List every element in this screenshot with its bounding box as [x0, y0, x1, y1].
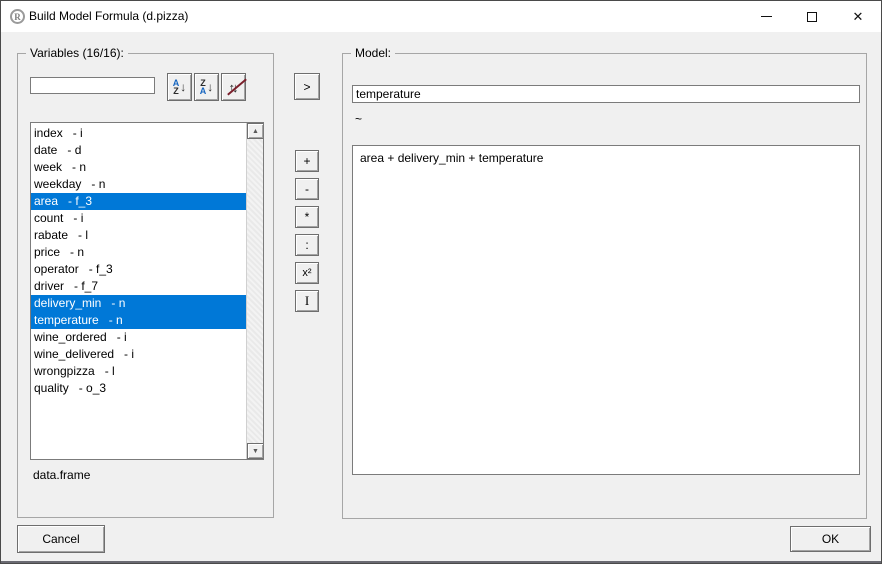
sort-letter-bottom: Z	[173, 87, 180, 95]
window-title: Build Model Formula (d.pizza)	[29, 1, 188, 32]
response-variable-input[interactable]	[352, 85, 860, 103]
r-logo-icon: R	[10, 9, 25, 24]
sort-letter-bottom: A	[200, 87, 207, 95]
build-model-formula-dialog: R Build Model Formula (d.pizza) ✕ Variab…	[0, 0, 882, 564]
minimize-button[interactable]	[743, 1, 789, 32]
ok-button[interactable]: OK	[790, 526, 871, 552]
variables-panel-title: Variables (16/16):	[26, 46, 128, 60]
tilde-label: ~	[355, 112, 362, 126]
scroll-down-icon: ▼	[252, 448, 259, 455]
model-panel: Model: ~ area + delivery_min + temperatu…	[342, 53, 867, 519]
dataframe-label: data.frame	[33, 468, 90, 482]
operator-identity-button[interactable]: I	[295, 290, 319, 312]
title-bar[interactable]: R Build Model Formula (d.pizza) ✕	[1, 1, 881, 32]
list-item[interactable]: operator - f_3	[31, 261, 246, 278]
down-arrow-icon: ↓	[180, 80, 186, 94]
model-panel-title: Model:	[351, 46, 395, 60]
sort-za-icon: Z A	[200, 79, 207, 95]
list-item[interactable]: week - n	[31, 159, 246, 176]
variable-filter-input[interactable]	[30, 77, 155, 94]
list-item[interactable]: quality - o_3	[31, 380, 246, 397]
list-item[interactable]: date - d	[31, 142, 246, 159]
list-item[interactable]: weekday - n	[31, 176, 246, 193]
list-item[interactable]: area - f_3	[31, 193, 246, 210]
operator-square-button[interactable]: x²	[295, 262, 319, 284]
operator-minus-button[interactable]: -	[295, 178, 319, 200]
window-bottom-border	[1, 561, 881, 563]
maximize-icon	[807, 12, 817, 22]
operator-multiply-button[interactable]: *	[295, 206, 319, 228]
clear-sort-button[interactable]: ↑↓	[221, 73, 246, 101]
list-item[interactable]: wine_ordered - i	[31, 329, 246, 346]
close-button[interactable]: ✕	[835, 1, 881, 32]
list-item[interactable]: price - n	[31, 244, 246, 261]
list-item[interactable]: index - i	[31, 125, 246, 142]
sort-ascending-button[interactable]: A Z ↓	[167, 73, 192, 101]
minimize-icon	[761, 16, 772, 17]
list-item[interactable]: driver - f_7	[31, 278, 246, 295]
move-variable-button[interactable]: >	[294, 73, 320, 100]
variables-list: index - i date - d week - n weekday - n …	[31, 125, 246, 397]
operator-colon-button[interactable]: :	[295, 234, 319, 256]
list-item[interactable]: temperature - n	[31, 312, 246, 329]
listbox-scrollbar[interactable]: ▲ ▼	[246, 123, 263, 459]
list-item[interactable]: count - i	[31, 210, 246, 227]
crossed-arrows-icon: ↑↓	[229, 80, 239, 95]
maximize-button[interactable]	[789, 1, 835, 32]
close-icon: ✕	[853, 10, 864, 23]
sort-az-icon: A Z	[173, 79, 180, 95]
sort-descending-button[interactable]: Z A ↓	[194, 73, 219, 101]
down-arrow-icon: ↓	[207, 80, 213, 94]
window-controls: ✕	[743, 1, 881, 32]
list-item[interactable]: wine_delivered - i	[31, 346, 246, 363]
list-item[interactable]: wrongpizza - l	[31, 363, 246, 380]
cancel-button[interactable]: Cancel	[17, 525, 105, 553]
variables-panel: Variables (16/16): A Z ↓ Z A ↓ ↑↓ ind	[17, 53, 274, 518]
variables-listbox[interactable]: index - i date - d week - n weekday - n …	[30, 122, 264, 460]
list-item[interactable]: rabate - l	[31, 227, 246, 244]
formula-textarea[interactable]: area + delivery_min + temperature	[352, 145, 860, 475]
list-item[interactable]: delivery_min - n	[31, 295, 246, 312]
scroll-up-button[interactable]: ▲	[247, 123, 264, 139]
scroll-down-button[interactable]: ▼	[247, 443, 264, 459]
operator-plus-button[interactable]: +	[295, 150, 319, 172]
scroll-up-icon: ▲	[252, 128, 259, 135]
